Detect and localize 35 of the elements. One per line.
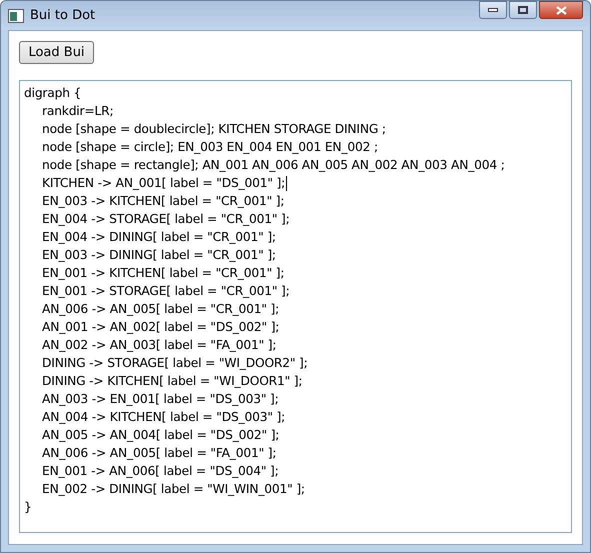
code-line: node [shape = doublecircle]; KITCHEN STORAGE DINING ; <box>42 120 386 138</box>
window-title: Bui to Dot <box>30 6 96 25</box>
code-line: AN_006 -> AN_005[ label = "FA_001" ]; <box>42 444 276 462</box>
close-button[interactable] <box>539 1 583 19</box>
app-icon <box>8 8 24 22</box>
load-button[interactable]: Load Bui <box>19 41 94 64</box>
code-line: KITCHEN -> AN_001[ label = "DS_001" ]; <box>42 174 286 192</box>
close-icon <box>556 6 566 14</box>
code-line: AN_004 -> KITCHEN[ label = "DS_003" ]; <box>42 408 286 426</box>
code-line: EN_003 -> DINING[ label = "CR_001" ]; <box>42 246 276 264</box>
code-line: EN_004 -> STORAGE[ label = "CR_001" ]; <box>42 210 290 228</box>
code-line: DINING -> STORAGE[ label = "WI_DOOR2" ]; <box>42 354 308 372</box>
code-line: DINING -> KITCHEN[ label = "WI_DOOR1" ]; <box>42 372 302 390</box>
maximize-icon <box>518 6 528 14</box>
minimize-button[interactable] <box>479 1 507 19</box>
maximize-button[interactable] <box>509 1 537 19</box>
code-line: EN_002 -> DINING[ label = "WI_WIN_001" ]; <box>42 480 305 498</box>
text-caret <box>286 176 288 190</box>
code-line: AN_002 -> AN_003[ label = "FA_001" ]; <box>42 336 276 354</box>
code-line: EN_004 -> DINING[ label = "CR_001" ]; <box>42 228 276 246</box>
code-line: rankdir=LR; <box>42 102 114 120</box>
code-line: AN_005 -> AN_004[ label = "DS_002" ]; <box>42 426 280 444</box>
text-editor[interactable] <box>19 80 572 533</box>
code-line: EN_001 -> KITCHEN[ label = "CR_001" ]; <box>42 264 284 282</box>
code-line: AN_003 -> EN_001[ label = "DS_003" ]; <box>42 390 279 408</box>
code-line: EN_001 -> STORAGE[ label = "CR_001" ]; <box>42 282 290 300</box>
code-line: digraph { <box>24 84 82 102</box>
code-line: EN_003 -> KITCHEN[ label = "CR_001" ]; <box>42 192 284 210</box>
code-line: } <box>24 498 32 516</box>
code-line: EN_001 -> AN_006[ label = "DS_004" ]; <box>42 462 279 480</box>
code-line: node [shape = rectangle]; AN_001 AN_006 AN_005 AN_002 AN_003 AN_004 ; <box>42 156 505 174</box>
minimize-icon <box>488 8 498 12</box>
code-line: AN_001 -> AN_002[ label = "DS_002" ]; <box>42 318 280 336</box>
code-line: node [shape = circle]; EN_003 EN_004 EN_001 EN_002 ; <box>42 138 378 156</box>
code-line: AN_006 -> AN_005[ label = "CR_001" ]; <box>42 300 280 318</box>
